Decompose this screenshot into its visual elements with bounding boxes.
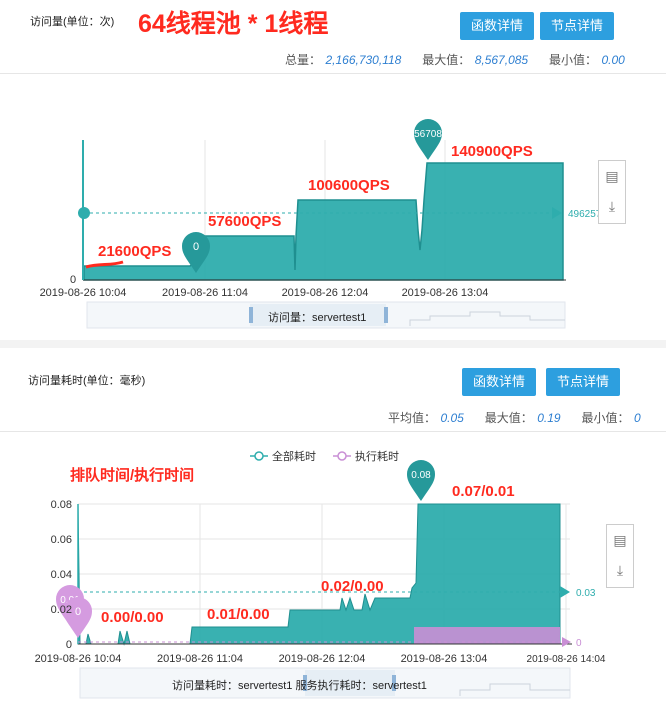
top-stats: 总量： 2,166,730,118 最大值： 8,567,085 最小值： 0.…	[285, 51, 625, 69]
bottom-x-tick-0: 2019-08-26 10:04	[35, 653, 122, 665]
top-annotation-3: 100600QPS	[308, 177, 390, 194]
bottom-x-tick-1: 2019-08-26 11:04	[157, 653, 243, 665]
data-view-icon[interactable]: ▤	[607, 525, 633, 555]
svg-text:执行耗时: 执行耗时	[355, 449, 399, 463]
bottom-x-tick-2: 2019-08-26 12:04	[279, 653, 366, 665]
top-divider	[0, 73, 666, 74]
top-x-tick-1: 2019-08-26 11:04	[162, 287, 248, 299]
bottom-annotation-1: 0.00/0.00	[101, 609, 164, 626]
bottom-min-value: 0	[633, 411, 641, 425]
bottom-pin-peak: 0.08	[407, 460, 435, 501]
bottom-datazoom-slider[interactable]: 访问量耗时：servertest1 服务执行耗时：servertest1	[79, 667, 571, 699]
avg-value: 0.05	[440, 411, 464, 425]
bottom-function-detail-button[interactable]: 函数详情	[462, 368, 536, 396]
top-x-tick-3: 2019-08-26 13:04	[402, 287, 489, 299]
top-slider-handle-right[interactable]	[384, 307, 388, 323]
top-chart-title: 访问量(单位：次)	[30, 16, 115, 28]
bottom-x-tick-4: 2019-08-26 14:04	[527, 654, 606, 665]
data-view-icon[interactable]: ▤	[599, 161, 625, 191]
bottom-exec-area	[414, 627, 560, 644]
top-node-detail-button[interactable]: 节点详情	[540, 12, 614, 40]
bottom-chart-title: 访问量耗时(单位：毫秒)	[28, 375, 146, 387]
top-y-tick-0: 0	[70, 274, 76, 286]
top-toolbox: ▤ ⤓	[598, 160, 626, 224]
bottom-annotation-2: 0.01/0.00	[207, 606, 270, 623]
bottom-mark-label-exec: 0	[576, 638, 582, 649]
bottom-y-tick-2: 0.04	[51, 569, 72, 581]
bottom-x-tick-3: 2019-08-26 13:04	[401, 653, 488, 665]
total-label: 总量：	[285, 53, 322, 67]
top-annotation-2: 57600QPS	[208, 213, 281, 230]
top-slider-handle-left[interactable]	[249, 307, 253, 323]
bottom-max-value: 0.19	[537, 411, 561, 425]
bottom-mark-arrow-total	[560, 586, 570, 598]
svg-text:0: 0	[75, 606, 81, 618]
bottom-node-detail-button[interactable]: 节点详情	[546, 368, 620, 396]
svg-text:0: 0	[193, 241, 199, 253]
top-function-detail-button[interactable]: 函数详情	[460, 12, 534, 40]
bottom-y-tick-3: 0.02	[51, 604, 72, 616]
top-x-tick-2: 2019-08-26 12:04	[282, 287, 369, 299]
top-annotation-4: 140900QPS	[451, 143, 533, 160]
total-value: 2,166,730,118	[325, 53, 402, 67]
top-headline: 64线程池 * 1线程	[138, 10, 329, 38]
bottom-max-label: 最大值：	[484, 411, 533, 425]
download-icon[interactable]: ⤓	[607, 555, 633, 585]
top-pin-peak: 56708	[414, 119, 442, 160]
bottom-min-label: 最小值：	[581, 411, 630, 425]
download-icon[interactable]: ⤓	[599, 191, 625, 221]
top-mark-line-start	[78, 207, 90, 219]
bottom-annotation-3: 0.02/0.00	[321, 578, 384, 595]
bottom-panel: 访问量耗时(单位：毫秒) 函数详情 节点详情 平均值： 0.05 最大值： 0.…	[0, 348, 666, 706]
max-value: 8,567,085	[474, 53, 529, 67]
top-chart: 4962577.3 0 56708 21600QPS 57600QPS 1006…	[40, 119, 616, 329]
legend-total[interactable]: 全部耗时	[250, 449, 316, 463]
svg-text:56708: 56708	[414, 129, 442, 140]
legend-exec[interactable]: 执行耗时	[333, 449, 399, 463]
min-label: 最小值：	[549, 53, 598, 67]
svg-text:全部耗时: 全部耗时	[272, 449, 316, 463]
panel-separator	[0, 340, 666, 348]
svg-text:0.08: 0.08	[411, 470, 431, 481]
bottom-mark-label-total: 0.03	[576, 588, 596, 599]
avg-label: 平均值：	[388, 411, 437, 425]
bottom-slider-label: 访问量耗时：servertest1 服务执行耗时：servertest1	[172, 678, 427, 692]
bottom-divider	[0, 431, 666, 432]
max-label: 最大值：	[422, 53, 471, 67]
top-datazoom-slider[interactable]: 访问量：servertest1	[86, 301, 566, 329]
bottom-chart: 全部耗时 执行耗时 排队时间/执行时间 0.03 0 0 0.08 0.00/0…	[35, 449, 606, 699]
bottom-y-tick-4: 0	[66, 639, 72, 651]
min-value: 0.00	[601, 53, 625, 67]
top-x-tick-0: 2019-08-26 10:04	[40, 287, 127, 299]
top-annotation-1: 21600QPS	[98, 243, 171, 260]
bottom-headline: 排队时间/执行时间	[70, 466, 194, 484]
bottom-y-tick-1: 0.06	[51, 534, 72, 546]
bottom-annotation-4: 0.07/0.01	[452, 483, 515, 500]
top-slider-label: 访问量：servertest1	[268, 311, 366, 324]
bottom-toolbox: ▤ ⤓	[606, 524, 634, 588]
top-panel: 访问量(单位：次) 64线程池 * 1线程 函数详情 节点详情 总量： 2,16…	[0, 0, 666, 340]
bottom-stats: 平均值： 0.05 最大值： 0.19 最小值： 0	[388, 409, 641, 427]
bottom-y-tick-0: 0.08	[51, 499, 72, 511]
